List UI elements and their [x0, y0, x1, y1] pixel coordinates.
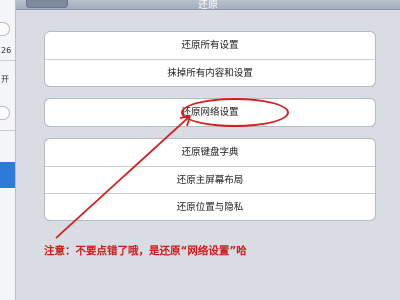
arrow-line [55, 115, 191, 239]
annotation-note: 注意：不要点错了哦，是还原“网络设置”哈 [44, 245, 247, 257]
